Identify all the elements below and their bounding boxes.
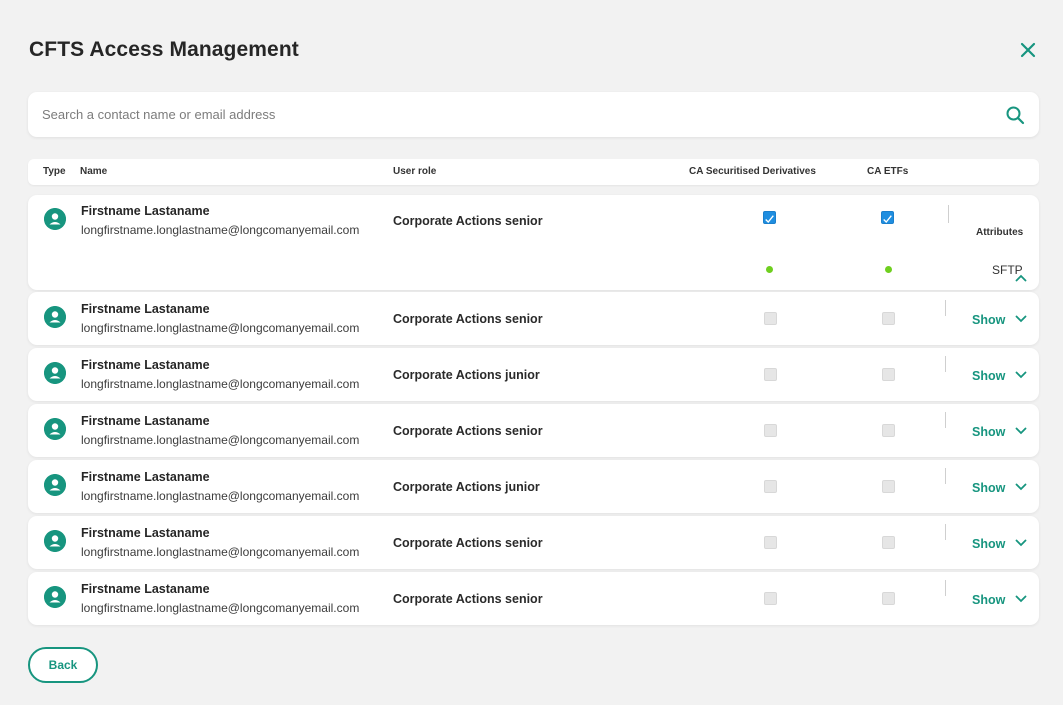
table-row: Firstname Lastaname longfirstname.longla…: [28, 195, 1039, 290]
checkmark-icon: [765, 215, 774, 224]
table-row: Firstname Lastaname longfirstname.longla…: [28, 404, 1039, 457]
show-button[interactable]: Show: [972, 369, 1005, 383]
user-avatar-icon: [44, 530, 66, 552]
table-row: Firstname Lastaname longfirstname.longla…: [28, 516, 1039, 569]
ca-securitised-derivatives-checkbox[interactable]: [764, 480, 777, 493]
contact-email: longfirstname.longlastname@longcomanyema…: [81, 545, 360, 559]
contact-name: Firstname Lastaname: [81, 526, 210, 540]
contact-email: longfirstname.longlastname@longcomanyema…: [81, 489, 360, 503]
status-dot: [885, 266, 892, 273]
column-header-ca-etfs: CA ETFs: [867, 166, 909, 177]
attributes-label: Attributes: [976, 227, 1024, 238]
column-header-ca-securitised-derivatives: CA Securitised Derivatives: [689, 166, 816, 177]
table-row: Firstname Lastaname longfirstname.longla…: [28, 572, 1039, 625]
ca-securitised-derivatives-checkbox[interactable]: [764, 312, 777, 325]
contact-name: Firstname Lastaname: [81, 582, 210, 596]
divider: [945, 300, 946, 316]
contact-email: longfirstname.longlastname@longcomanyema…: [81, 433, 360, 447]
contact-name: Firstname Lastaname: [81, 358, 210, 372]
divider: [948, 205, 949, 223]
user-avatar-icon: [44, 474, 66, 496]
divider: [945, 524, 946, 540]
divider: [945, 412, 946, 428]
chevron-down-icon[interactable]: [1015, 315, 1027, 323]
contact-email: longfirstname.longlastname@longcomanyema…: [81, 223, 360, 237]
ca-securitised-derivatives-checkbox[interactable]: [764, 592, 777, 605]
ca-securitised-derivatives-checkbox[interactable]: [764, 424, 777, 437]
column-header-user-role: User role: [393, 166, 437, 177]
contact-name: Firstname Lastaname: [81, 470, 210, 484]
search-input[interactable]: [42, 92, 982, 137]
ca-securitised-derivatives-checkbox[interactable]: [763, 211, 776, 224]
search-icon[interactable]: [1005, 105, 1025, 125]
contact-name: Firstname Lastaname: [81, 414, 210, 428]
user-role: Corporate Actions senior: [393, 424, 543, 438]
user-role: Corporate Actions junior: [393, 480, 540, 494]
table-row: Firstname Lastaname longfirstname.longla…: [28, 348, 1039, 401]
ca-etfs-checkbox[interactable]: [882, 312, 895, 325]
column-header-name: Name: [80, 166, 108, 177]
user-avatar-icon: [44, 208, 66, 230]
chevron-down-icon[interactable]: [1015, 483, 1027, 491]
ca-etfs-checkbox[interactable]: [882, 592, 895, 605]
user-avatar-icon: [44, 586, 66, 608]
chevron-down-icon[interactable]: [1015, 539, 1027, 547]
divider: [945, 356, 946, 372]
table-row: Firstname Lastaname longfirstname.longla…: [28, 292, 1039, 345]
ca-etfs-checkbox[interactable]: [882, 536, 895, 549]
contact-name: Firstname Lastaname: [81, 302, 210, 316]
divider: [945, 580, 946, 596]
ca-etfs-checkbox[interactable]: [882, 480, 895, 493]
status-dot: [766, 266, 773, 273]
column-header-type: Type: [43, 166, 66, 177]
user-role: Corporate Actions senior: [393, 536, 543, 550]
contact-email: longfirstname.longlastname@longcomanyema…: [81, 321, 360, 335]
ca-securitised-derivatives-checkbox[interactable]: [764, 368, 777, 381]
user-avatar-icon: [44, 418, 66, 440]
page-title: CFTS Access Management: [29, 38, 299, 61]
user-role: Corporate Actions senior: [393, 312, 543, 326]
show-button[interactable]: Show: [972, 313, 1005, 327]
back-button[interactable]: Back: [28, 647, 98, 683]
user-avatar-icon: [44, 362, 66, 384]
show-button[interactable]: Show: [972, 481, 1005, 495]
show-button[interactable]: Show: [972, 537, 1005, 551]
chevron-down-icon[interactable]: [1015, 595, 1027, 603]
checkmark-icon: [883, 215, 892, 224]
user-role: Corporate Actions junior: [393, 368, 540, 382]
user-role: Corporate Actions senior: [393, 592, 543, 606]
table-row: Firstname Lastaname longfirstname.longla…: [28, 460, 1039, 513]
user-role: Corporate Actions senior: [393, 214, 543, 228]
ca-securitised-derivatives-checkbox[interactable]: [764, 536, 777, 549]
chevron-up-icon[interactable]: [1015, 274, 1027, 282]
close-icon[interactable]: [1017, 39, 1039, 61]
search-bar: [28, 92, 1039, 137]
ca-etfs-checkbox[interactable]: [882, 424, 895, 437]
contact-name: Firstname Lastaname: [81, 204, 210, 218]
ca-etfs-checkbox[interactable]: [881, 211, 894, 224]
chevron-down-icon[interactable]: [1015, 427, 1027, 435]
show-button[interactable]: Show: [972, 593, 1005, 607]
contact-email: longfirstname.longlastname@longcomanyema…: [81, 601, 360, 615]
show-button[interactable]: Show: [972, 425, 1005, 439]
divider: [945, 468, 946, 484]
contact-email: longfirstname.longlastname@longcomanyema…: [81, 377, 360, 391]
user-avatar-icon: [44, 306, 66, 328]
ca-etfs-checkbox[interactable]: [882, 368, 895, 381]
chevron-down-icon[interactable]: [1015, 371, 1027, 379]
